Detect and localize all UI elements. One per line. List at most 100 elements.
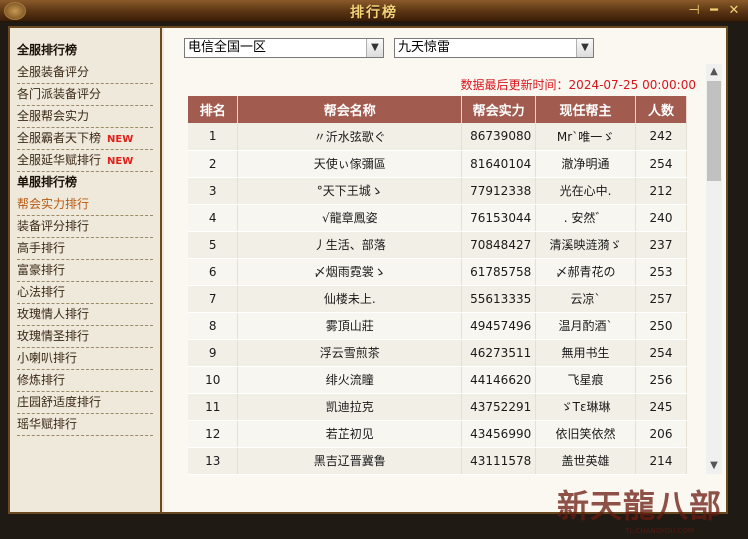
rank-cell: 13 <box>188 447 239 475</box>
sidebar-item[interactable]: 瑶华赋排行 <box>17 414 153 436</box>
guild-name-cell: 若芷初见 <box>237 420 463 448</box>
sidebar-item-label: 小喇叭排行 <box>17 351 78 365</box>
table-row[interactable]: 1 〃沂水弦歌ぐ 86739080 Mr`唯一ゞ 242 <box>188 123 687 151</box>
sidebar-item[interactable]: 高手排行 <box>17 238 153 260</box>
rank-cell: 11 <box>188 393 239 421</box>
sidebar-item[interactable]: 全服装备评分 <box>17 62 153 84</box>
region-select[interactable]: 电信全国一区 ▼ <box>184 38 384 58</box>
table-scrollbar[interactable]: ▲ ▼ <box>706 64 722 474</box>
guild-name-cell: 浮云雪煎茶 <box>237 339 463 367</box>
window-controls: ⊣ ━ ✕ <box>686 3 742 19</box>
close-button[interactable]: ✕ <box>726 3 742 19</box>
members-cell: 254 <box>635 339 687 367</box>
table-row[interactable]: 4 √龍章鳳姿 76153044. 安然゛ 240 <box>188 204 687 232</box>
members-cell: 214 <box>635 447 687 475</box>
members-cell: 240 <box>635 204 687 232</box>
chevron-down-icon[interactable]: ▼ <box>576 39 593 57</box>
guild-name-cell: 凯迪拉克 <box>237 393 463 421</box>
leader-cell: 澈净明通 <box>535 150 636 178</box>
col-guild-power-header[interactable]: 帮会实力 <box>461 96 537 123</box>
table-row[interactable]: 3 °天下王城ゝ 77912338 光在心中. 212 <box>188 177 687 205</box>
server-select[interactable]: 九天惊雷 ▼ <box>394 38 594 58</box>
guild-name-cell: 绯火流瞳 <box>237 366 463 394</box>
table-row[interactable]: 10 绯火流瞳 44146620 飞星痕 256 <box>188 366 687 394</box>
content-panel: 电信全国一区 ▼ 九天惊雷 ▼ 数据最后更新时间：2024-07-25 00:0… <box>164 28 726 512</box>
leader-cell: 光在心中. <box>535 177 636 205</box>
server-select-value: 九天惊雷 <box>398 40 451 55</box>
table-header-row: 排名 帮会名称 帮会实力 现任帮主 人数 <box>188 96 687 123</box>
sidebar-item-label: 玫瑰情圣排行 <box>17 329 90 343</box>
leader-cell: Mr`唯一ゞ <box>535 123 636 151</box>
rank-cell: 8 <box>188 312 239 340</box>
sidebar-item-label: 修炼排行 <box>17 373 66 387</box>
region-select-value: 电信全国一区 <box>188 40 267 55</box>
scroll-thumb[interactable] <box>707 81 721 181</box>
col-guild-name-header[interactable]: 帮会名称 <box>237 96 463 123</box>
table-row[interactable]: 11 凯迪拉克 43752291 ゞTε琳琳 245 <box>188 393 687 421</box>
guild-name-cell: 丿生活、部落 <box>237 231 463 259</box>
guild-name-cell: √龍章鳳姿 <box>237 204 463 232</box>
leader-cell: 清溪映涟漪ゞ <box>535 231 636 259</box>
last-updated-text: 数据最后更新时间：2024-07-25 00:00:00 <box>460 78 696 92</box>
guild-power-cell: 43456990 <box>461 420 537 448</box>
sidebar-item[interactable]: 全服帮会实力 <box>17 106 153 128</box>
guild-power-cell: 44146620 <box>461 366 537 394</box>
sidebar-item[interactable]: 庄园舒适度排行 <box>17 392 153 414</box>
leader-cell: 温月酌酒` <box>535 312 636 340</box>
rank-cell: 1 <box>188 123 239 151</box>
members-cell: 254 <box>635 150 687 178</box>
sidebar-item-label: 富豪排行 <box>17 263 66 277</box>
sidebar-item[interactable]: 全服霸者天下榜 NEW <box>17 128 153 150</box>
table-row[interactable]: 9 浮云雪煎茶 46273511 無用书生 254 <box>188 339 687 367</box>
sidebar-item-label: 各门派装备评分 <box>17 87 102 101</box>
col-leader-header[interactable]: 现任帮主 <box>535 96 636 123</box>
guild-name-cell: 天使ぃ傢彌區 <box>237 150 463 178</box>
leader-cell: 云凉` <box>535 285 636 313</box>
leader-cell: 飞星痕 <box>535 366 636 394</box>
leader-cell: 無用书生 <box>535 339 636 367</box>
col-rank-header[interactable]: 排名 <box>188 96 239 123</box>
minimize-button[interactable]: ━ <box>706 3 722 19</box>
rank-cell: 3 <box>188 177 239 205</box>
table-row[interactable]: 12 若芷初见 43456990 依旧笑依然 206 <box>188 420 687 448</box>
members-cell: 242 <box>635 123 687 151</box>
site-url: TL.CHANGYOU.COM <box>625 527 694 535</box>
sidebar-item[interactable]: 玫瑰情圣排行 <box>17 326 153 348</box>
col-members-header[interactable]: 人数 <box>635 96 687 123</box>
table-row[interactable]: 13 黑吉辽晋冀鲁 43111578 盖世英雄 214 <box>188 447 687 475</box>
sidebar-item-label: 装备评分排行 <box>17 219 90 233</box>
pin-icon[interactable]: ⊣ <box>686 3 702 19</box>
rank-cell: 6 <box>188 258 239 286</box>
guild-power-cell: 55613335 <box>461 285 537 313</box>
guild-power-cell: 76153044 <box>461 204 537 232</box>
sidebar-item[interactable]: 帮会实力排行 <box>17 194 153 216</box>
guild-power-cell: 46273511 <box>461 339 537 367</box>
guild-power-cell: 77912338 <box>461 177 537 205</box>
table-row[interactable]: 7 仙楼未上. 55613335 云凉` 257 <box>188 285 687 313</box>
sidebar-item[interactable]: 心法排行 <box>17 282 153 304</box>
sidebar-item[interactable]: 装备评分排行 <box>17 216 153 238</box>
leader-cell: 〆郝青花の <box>535 258 636 286</box>
guild-power-cell: 43111578 <box>461 447 537 475</box>
sidebar-section-header: 单服排行榜 <box>17 172 153 194</box>
leader-cell: ゞTε琳琳 <box>535 393 636 421</box>
sidebar-item[interactable]: 富豪排行 <box>17 260 153 282</box>
new-badge: NEW <box>107 156 134 167</box>
ranking-sidebar: 全服排行榜 全服装备评分 各门派装备评分 全服帮会实力 全服霸者天下榜 NEW 全服延华赋排… <box>10 28 162 512</box>
sidebar-item[interactable]: 玫瑰情人排行 <box>17 304 153 326</box>
leader-cell: . 安然゛ <box>535 204 636 232</box>
table-row[interactable]: 8 雾頂山莊 49457496 温月酌酒` 250 <box>188 312 687 340</box>
sidebar-item[interactable]: 修炼排行 <box>17 370 153 392</box>
table-row[interactable]: 6 〆烟雨霓裳ゝ 61785758 〆郝青花の 253 <box>188 258 687 286</box>
table-row[interactable]: 5 丿生活、部落 70848427 清溪映涟漪ゞ 237 <box>188 231 687 259</box>
scroll-down-icon[interactable]: ▼ <box>706 458 722 474</box>
sidebar-item[interactable]: 各门派装备评分 <box>17 84 153 106</box>
sidebar-item-label: 单服排行榜 <box>17 175 78 189</box>
sidebar-item[interactable]: 全服延华赋排行 NEW <box>17 150 153 172</box>
chevron-down-icon[interactable]: ▼ <box>366 39 383 57</box>
scroll-up-icon[interactable]: ▲ <box>706 64 722 80</box>
members-cell: 206 <box>635 420 687 448</box>
sidebar-item[interactable]: 小喇叭排行 <box>17 348 153 370</box>
table-row[interactable]: 2 天使ぃ傢彌區 81640104 澈净明通 254 <box>188 150 687 178</box>
sidebar-item-label: 全服帮会实力 <box>17 109 90 123</box>
